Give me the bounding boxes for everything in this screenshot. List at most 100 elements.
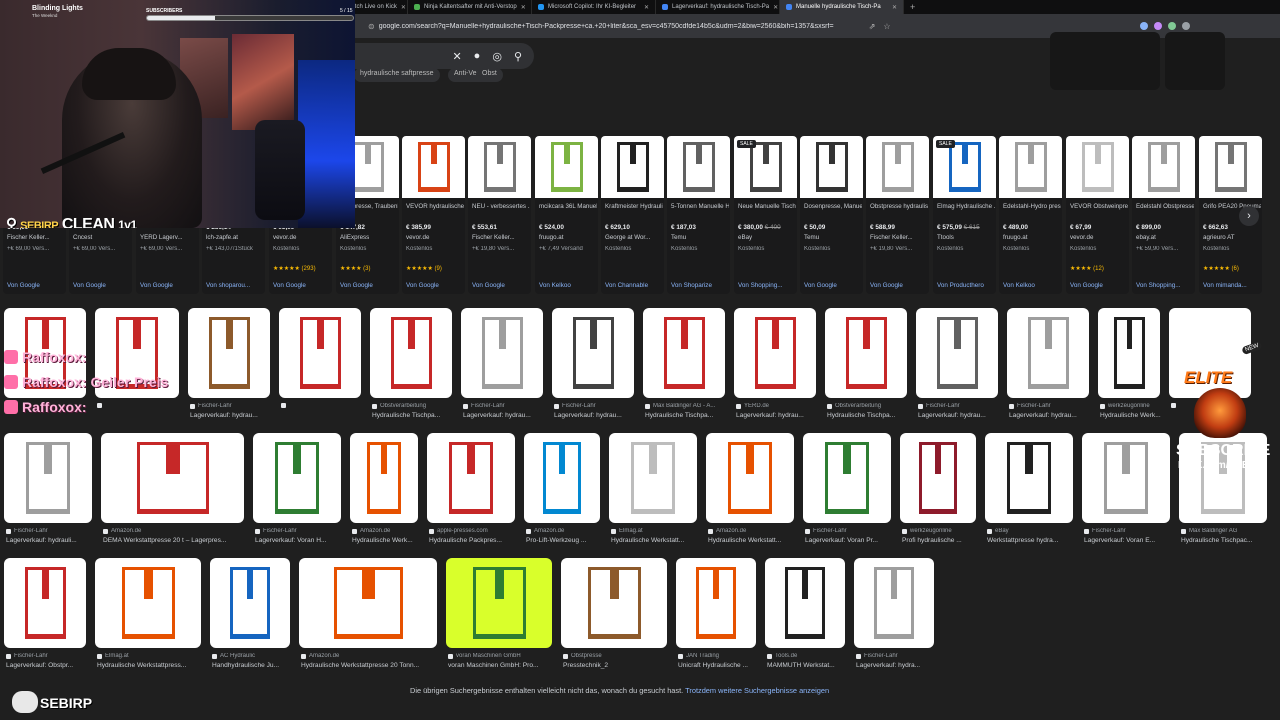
- result-title[interactable]: voran Maschinen GmbH: Pro...: [448, 662, 554, 669]
- product-image[interactable]: [1199, 136, 1262, 198]
- shopping-product-card[interactable]: VEVOR Obstweinpres... € 67,99 vevor.de Kost…: [1066, 136, 1129, 294]
- result-thumbnail[interactable]: [350, 433, 418, 523]
- result-source[interactable]: Fischer-Lahr: [554, 403, 636, 409]
- result-thumbnail[interactable]: [427, 433, 515, 523]
- result-thumbnail[interactable]: [253, 433, 341, 523]
- product-image[interactable]: [866, 136, 929, 198]
- result-source[interactable]: Amazon.de: [103, 528, 246, 534]
- result-source[interactable]: YERD.de: [736, 403, 818, 409]
- result-source[interactable]: Max Baldinger AG: [1181, 528, 1269, 534]
- result-title[interactable]: Lagerverkauf: hydrau...: [1009, 412, 1091, 419]
- result-title[interactable]: Hydraulische Tischpa...: [645, 412, 727, 419]
- result-title[interactable]: MAMMUTH Werkstat...: [767, 662, 847, 669]
- product-title[interactable]: VEVOR Obstweinpres...: [1070, 202, 1128, 211]
- result-title[interactable]: Hydraulische Tischpac...: [1181, 537, 1269, 544]
- result-title[interactable]: Unicraft Hydraulische ...: [678, 662, 758, 669]
- search-box[interactable]: ✕ ● ◎ ⚲: [354, 43, 534, 69]
- product-source[interactable]: Von Google: [406, 282, 464, 289]
- shopping-product-card[interactable]: Obstpresse hydraulisch Ed... € 588,99 Fisc…: [866, 136, 929, 294]
- result-title[interactable]: Presstechnik_2: [563, 662, 669, 669]
- result-source[interactable]: Fischer-Lahr: [463, 403, 545, 409]
- result-thumbnail[interactable]: [706, 433, 794, 523]
- result-source[interactable]: Tools.de: [767, 653, 847, 659]
- result-source[interactable]: Fischer-Lahr: [255, 528, 343, 534]
- shopping-product-card[interactable]: NEU - verbessertes ... € 553,61 Fischer Ke…: [468, 136, 531, 294]
- result-title[interactable]: Handhydraulische Ju...: [212, 662, 292, 669]
- product-image[interactable]: [535, 136, 598, 198]
- result-title[interactable]: Werkstattpresse hydra...: [987, 537, 1075, 544]
- result-source[interactable]: voran Maschinen GmbH: [448, 653, 554, 659]
- product-image[interactable]: [1066, 136, 1129, 198]
- product-source[interactable]: Von Google: [870, 282, 928, 289]
- result-thumbnail[interactable]: [916, 308, 998, 398]
- product-title[interactable]: NEU - verbessertes ...: [472, 202, 530, 211]
- product-title[interactable]: Elmag Hydraulische ...: [937, 202, 995, 211]
- shopping-product-card[interactable]: Kraftmeister Hydraulikpres... € 629,10 Geo…: [601, 136, 664, 294]
- product-title[interactable]: Edelstahl Obstpresse M...: [1136, 202, 1194, 211]
- product-source[interactable]: Von Google: [140, 282, 198, 289]
- result-source[interactable]: werkzeugonline: [902, 528, 978, 534]
- result-thumbnail[interactable]: [900, 433, 976, 523]
- product-source[interactable]: Von Producthero: [937, 282, 995, 289]
- extension-icon[interactable]: [1168, 22, 1176, 30]
- result-thumbnail[interactable]: [446, 558, 552, 648]
- search-icon[interactable]: ⚲: [514, 50, 522, 63]
- result-thumbnail[interactable]: [4, 433, 92, 523]
- product-source[interactable]: Von Shopping...: [1136, 282, 1194, 289]
- product-source[interactable]: Von Google: [73, 282, 131, 289]
- result-thumbnail[interactable]: [803, 433, 891, 523]
- product-image[interactable]: [1132, 136, 1195, 198]
- product-title[interactable]: Kraftmeister Hydraulikpres...: [605, 202, 663, 211]
- result-source[interactable]: Fischer-Lahr: [6, 528, 94, 534]
- result-source[interactable]: Fischer-Lahr: [1009, 403, 1091, 409]
- result-thumbnail[interactable]: [370, 308, 452, 398]
- product-source[interactable]: Von mimanda...: [1203, 282, 1261, 289]
- product-title[interactable]: VEVOR hydraulische ...: [406, 202, 464, 211]
- result-source[interactable]: apple-presses.com: [429, 528, 517, 534]
- result-title[interactable]: Lagerverkauf: hydrau...: [554, 412, 636, 419]
- result-title[interactable]: Hydraulische Werkstatt...: [708, 537, 796, 544]
- product-source[interactable]: Von Shoparize: [671, 282, 729, 289]
- result-title[interactable]: Lagerverkauf: hydrau...: [463, 412, 545, 419]
- result-thumbnail[interactable]: [734, 308, 816, 398]
- result-source[interactable]: Elmag.at: [611, 528, 699, 534]
- product-title[interactable]: Edelstahl-Hydro presse-Apfelwei...: [1003, 202, 1061, 211]
- result-title[interactable]: Lagerverkauf: Voran E...: [1084, 537, 1172, 544]
- product-source[interactable]: Von Google: [1070, 282, 1128, 289]
- result-title[interactable]: Lagerverkauf: hydrau...: [736, 412, 818, 419]
- product-source[interactable]: Von Google: [273, 282, 331, 289]
- close-tab-icon[interactable]: ✕: [892, 4, 897, 11]
- result-title[interactable]: Lagerverkauf: hydrau...: [918, 412, 1000, 419]
- result-thumbnail[interactable]: [4, 558, 86, 648]
- result-title[interactable]: Hydraulische Werkstatt...: [611, 537, 699, 544]
- result-title[interactable]: Pro-Lift-Werkzeug ...: [526, 537, 602, 544]
- result-source[interactable]: werkzeugonline: [1100, 403, 1162, 409]
- new-tab-button[interactable]: +: [904, 2, 921, 12]
- result-thumbnail[interactable]: [1082, 433, 1170, 523]
- bookmark-icon[interactable]: ☆: [883, 22, 890, 31]
- result-thumbnail[interactable]: [676, 558, 756, 648]
- shopping-product-card[interactable]: Edelstahl-Hydro presse-Apfelwei... € 489,…: [999, 136, 1062, 294]
- result-thumbnail[interactable]: [552, 308, 634, 398]
- menu-icon[interactable]: [1182, 22, 1190, 30]
- result-source[interactable]: [281, 403, 363, 408]
- product-source[interactable]: Von Google: [472, 282, 530, 289]
- result-thumbnail[interactable]: [299, 558, 437, 648]
- browser-tab[interactable]: Microsoft Copilot: Ihr KI-Begleiter ✕: [532, 0, 656, 14]
- result-title[interactable]: Lagerverkauf: Obstpr...: [6, 662, 88, 669]
- lens-icon[interactable]: ◎: [492, 50, 502, 63]
- result-thumbnail[interactable]: [524, 433, 600, 523]
- result-title[interactable]: Lagerverkauf: Voran H...: [255, 537, 343, 544]
- product-source[interactable]: Von Google: [804, 282, 862, 289]
- result-thumbnail[interactable]: [825, 308, 907, 398]
- result-source[interactable]: Fischer-Lahr: [1084, 528, 1172, 534]
- shopping-product-card[interactable]: Edelstahl Obstpresse M... € 899,00 ebay.at…: [1132, 136, 1195, 294]
- filter-chip[interactable]: Obst: [476, 68, 503, 82]
- browser-tab[interactable]: Manuelle hydraulische Tisch-Pa ✕: [780, 0, 904, 14]
- close-tab-icon[interactable]: ✕: [521, 4, 526, 11]
- product-title[interactable]: mcikcara 36L Manuelle Hyd...: [539, 202, 597, 211]
- url-text[interactable]: google.com/search?q=Manuelle+hydraulisch…: [379, 23, 859, 30]
- result-title[interactable]: Hydraulische Packpres...: [429, 537, 517, 544]
- result-thumbnail[interactable]: [765, 558, 845, 648]
- close-tab-icon[interactable]: ✕: [773, 4, 778, 11]
